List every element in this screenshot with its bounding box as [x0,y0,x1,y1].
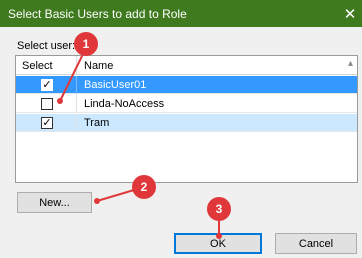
callout-leader-lines [57,51,222,239]
callout-1-badge: 1 [74,32,98,56]
callout-3-badge: 3 [207,197,231,221]
callout-2-line [96,189,135,202]
callout-1-dot [57,98,63,104]
callout-3-dot [216,233,222,239]
callout-1-line [59,51,85,102]
callout-2-dot [94,198,100,204]
callout-2-badge: 2 [132,175,156,199]
